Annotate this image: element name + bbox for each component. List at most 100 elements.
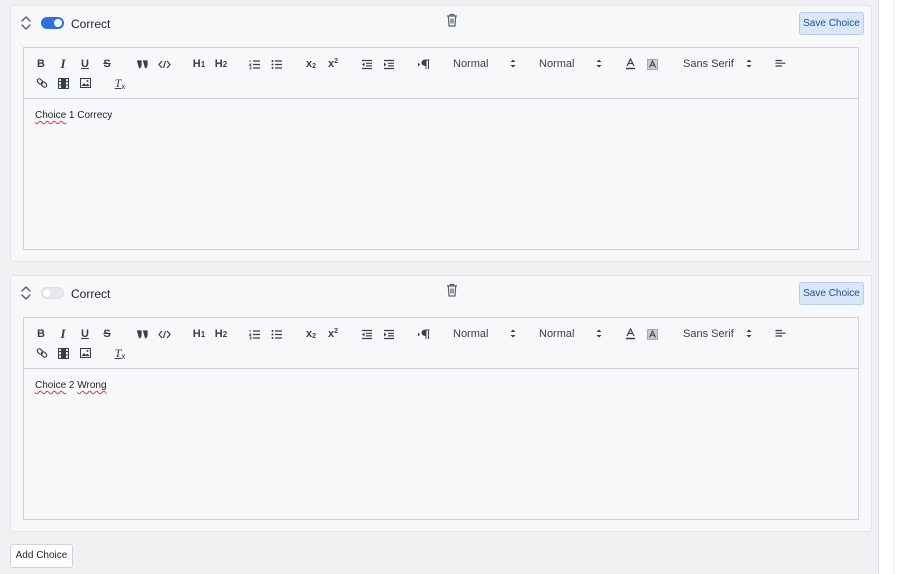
- subscript-button[interactable]: x2: [304, 326, 318, 342]
- picker-arrows-icon: [596, 59, 602, 68]
- font-picker[interactable]: Sans Serif: [683, 56, 758, 72]
- header-1-button[interactable]: H1: [190, 56, 208, 72]
- header-picker[interactable]: Normal: [539, 326, 609, 342]
- bullet-list-icon[interactable]: [270, 326, 284, 342]
- text-direction-icon[interactable]: [416, 56, 430, 72]
- correct-toggle-label: Correct: [71, 17, 111, 31]
- save-choice-button[interactable]: Save Choice: [799, 12, 864, 35]
- code-block-icon[interactable]: [157, 56, 171, 72]
- video-icon[interactable]: [57, 75, 70, 91]
- font-picker-value: Sans Serif: [683, 328, 734, 340]
- superscript-2: 2: [334, 328, 339, 335]
- size-picker-value: Normal: [453, 328, 489, 340]
- correct-toggle[interactable]: [41, 287, 64, 299]
- superscript-2: 2: [334, 58, 339, 65]
- background-color-icon[interactable]: [646, 56, 658, 72]
- underline-button[interactable]: U: [79, 56, 91, 72]
- subscript-2: 2: [312, 333, 317, 340]
- image-icon[interactable]: [79, 75, 92, 91]
- picker-arrows-icon: [746, 329, 752, 338]
- link-icon[interactable]: [35, 75, 48, 91]
- clean-format-letter: T: [114, 345, 122, 360]
- size-picker-value: Normal: [453, 58, 489, 70]
- strikethrough-button[interactable]: S: [101, 56, 113, 72]
- toggle-knob: [54, 19, 62, 27]
- blockquote-icon[interactable]: [135, 326, 149, 342]
- font-picker[interactable]: Sans Serif: [683, 326, 758, 342]
- size-picker[interactable]: Normal: [453, 56, 523, 72]
- italic-button[interactable]: I: [57, 326, 69, 342]
- size-picker[interactable]: Normal: [453, 326, 523, 342]
- save-choice-button[interactable]: Save Choice: [799, 282, 864, 305]
- text-direction-icon[interactable]: [416, 326, 430, 342]
- rich-text-editor: B I U S H1 H2 x2 x2 Normal Normal Sans S…: [23, 47, 859, 250]
- header-picker-value: Normal: [539, 58, 575, 70]
- trash-icon[interactable]: [445, 282, 459, 298]
- choice-text-word: 1: [68, 110, 75, 121]
- header-picker[interactable]: Normal: [539, 56, 609, 72]
- editor-toolbar: B I U S H1 H2 x2 x2 Normal Normal Sans S…: [24, 318, 858, 369]
- editor-content[interactable]: Choice 2 Wrong: [35, 380, 107, 391]
- text-color-icon[interactable]: [624, 56, 636, 72]
- page-scrollbar[interactable]: [893, 0, 903, 574]
- code-block-icon[interactable]: [157, 326, 171, 342]
- choice-text-word: Choice: [35, 110, 67, 121]
- trash-icon[interactable]: [445, 12, 459, 28]
- clean-format-letter: T: [114, 75, 122, 90]
- ordered-list-icon[interactable]: [248, 326, 262, 342]
- clean-format-button[interactable]: Tx: [113, 75, 127, 91]
- header-2-letter: H: [214, 328, 223, 340]
- bold-button[interactable]: B: [35, 326, 47, 342]
- video-icon[interactable]: [57, 345, 70, 361]
- editor-toolbar: B I U S H1 H2 x2 x2 Normal Normal Sans S…: [24, 48, 858, 99]
- align-left-icon[interactable]: [774, 326, 786, 342]
- blockquote-icon[interactable]: [135, 56, 149, 72]
- header-1-level: 1: [200, 59, 206, 69]
- background-color-icon[interactable]: [646, 326, 658, 342]
- subscript-2: 2: [312, 63, 317, 70]
- header-2-letter: H: [214, 58, 223, 70]
- indent-icon[interactable]: [382, 56, 396, 72]
- superscript-button[interactable]: x2: [326, 326, 340, 342]
- picker-arrows-icon: [510, 59, 516, 68]
- bold-button[interactable]: B: [35, 56, 47, 72]
- font-picker-value: Sans Serif: [683, 58, 734, 70]
- choice-text-word: Choice: [35, 380, 67, 391]
- editor-content[interactable]: Choice 1 Correcy: [35, 110, 112, 121]
- header-2-level: 2: [222, 329, 228, 339]
- correct-toggle[interactable]: [41, 17, 64, 29]
- image-icon[interactable]: [79, 345, 92, 361]
- italic-button[interactable]: I: [57, 56, 69, 72]
- outdent-icon[interactable]: [360, 56, 374, 72]
- align-left-icon[interactable]: [774, 56, 786, 72]
- header-2-button[interactable]: H2: [212, 326, 230, 342]
- strikethrough-button[interactable]: S: [101, 326, 113, 342]
- toggle-knob: [43, 289, 51, 297]
- rich-text-editor: B I U S H1 H2 x2 x2 Normal Normal Sans S…: [23, 317, 859, 520]
- superscript-button[interactable]: x2: [326, 56, 340, 72]
- subscript-button[interactable]: x2: [304, 56, 318, 72]
- header-1-button[interactable]: H1: [190, 326, 208, 342]
- choice-card-2: Correct Save Choice B I U S H1 H2 x2 x 2…: [10, 275, 872, 532]
- choice-text-word: Correcy: [77, 110, 113, 121]
- choice-text-word: 2: [68, 380, 75, 391]
- clean-format-x: x: [121, 351, 126, 361]
- link-icon[interactable]: [35, 345, 48, 361]
- ordered-list-icon[interactable]: [248, 56, 262, 72]
- choice-card-1: Correct Save Choice B I U S H1 H2 x2 x 2…: [10, 5, 872, 262]
- outdent-icon[interactable]: [360, 326, 374, 342]
- bullet-list-icon[interactable]: [270, 56, 284, 72]
- picker-arrows-icon: [510, 329, 516, 338]
- drag-handle-icon[interactable]: [20, 285, 32, 301]
- header-2-level: 2: [222, 59, 228, 69]
- underline-button[interactable]: U: [79, 326, 91, 342]
- add-choice-button[interactable]: Add Choice: [10, 544, 73, 568]
- clean-format-button[interactable]: Tx: [113, 345, 127, 361]
- text-color-icon[interactable]: [624, 326, 636, 342]
- picker-arrows-icon: [746, 59, 752, 68]
- header-2-button[interactable]: H2: [212, 56, 230, 72]
- picker-arrows-icon: [596, 329, 602, 338]
- indent-icon[interactable]: [382, 326, 396, 342]
- drag-handle-icon[interactable]: [20, 15, 32, 31]
- header-picker-value: Normal: [539, 328, 575, 340]
